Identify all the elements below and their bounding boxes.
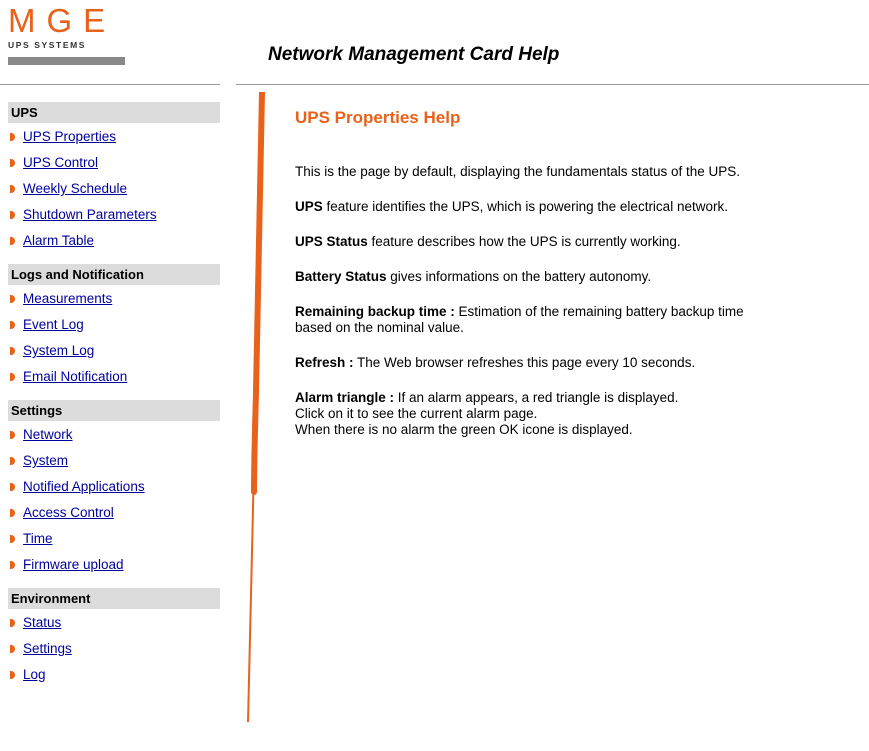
nav-section-title: Logs and Notification [8,264,220,285]
bullet-icon [10,347,15,355]
header-divider-right [236,84,869,85]
bullet-icon [10,373,15,381]
nav-link[interactable]: Notified Applications [23,478,145,496]
help-text: The Web browser refreshes this page ever… [353,355,696,370]
nav-link[interactable]: UPS Control [23,154,98,172]
nav-link[interactable]: Settings [23,640,72,658]
help-text: feature identifies the UPS, which is pow… [322,199,728,214]
nav-link[interactable]: Time [23,530,53,548]
nav-item-ups-control: UPS Control [8,154,220,180]
help-text: feature describes how the UPS is current… [367,234,681,249]
nav-item-notified-applications: Notified Applications [8,478,220,504]
bullet-icon [10,619,15,627]
nav-item-system-log: System Log [8,342,220,368]
sidebar-nav: UPS UPS Properties UPS Control Weekly Sc… [8,102,220,698]
nav-link[interactable]: Access Control [23,504,114,522]
logo-letters: MGE [8,2,117,39]
bullet-icon [10,671,15,679]
help-item-ups-status: UPS Status feature describes how the UPS… [295,234,860,250]
help-term: Alarm triangle : [295,390,395,405]
bullet-icon [10,211,15,219]
nav-link[interactable]: Status [23,614,61,632]
help-item-alarm-triangle: Alarm triangle : If an alarm appears, a … [295,390,860,438]
bullet-icon [10,645,15,653]
bullet-icon [10,133,15,141]
bullet-icon [10,483,15,491]
help-text-line: Click on it to see the current alarm pag… [295,406,538,421]
nav-item-network: Network [8,426,220,452]
decorative-curve [247,92,265,723]
nav-item-measurements: Measurements [8,290,220,316]
nav-group-ups: UPS UPS Properties UPS Control Weekly Sc… [8,102,220,258]
nav-item-system: System [8,452,220,478]
nav-link[interactable]: Measurements [23,290,112,308]
help-item-battery-status: Battery Status gives informations on the… [295,269,860,285]
header-divider-left [0,84,220,85]
nav-group-logs: Logs and Notification Measurements Event… [8,264,220,394]
page-header-title: Network Management Card Help [268,44,560,65]
nav-group-environment: Environment Status Settings Log [8,588,220,692]
nav-item-ups-properties: UPS Properties [8,128,220,154]
help-content: UPS Properties Help This is the page by … [295,108,860,457]
logo-bar [8,57,125,65]
nav-link[interactable]: Firmware upload [23,556,124,574]
bullet-icon [10,159,15,167]
nav-item-env-settings: Settings [8,640,220,666]
nav-section-title: Environment [8,588,220,609]
bullet-icon [10,457,15,465]
bullet-icon [10,237,15,245]
help-term: Battery Status [295,269,387,284]
nav-group-settings: Settings Network System Notified Applica… [8,400,220,582]
help-term: Remaining backup time : [295,304,455,319]
help-term: Refresh : [295,355,354,370]
mge-logo: MGE UPS SYSTEMS [8,4,128,80]
nav-item-weekly-schedule: Weekly Schedule [8,180,220,206]
nav-link[interactable]: Log [23,666,46,684]
nav-item-shutdown-parameters: Shutdown Parameters [8,206,220,232]
nav-link[interactable]: Alarm Table [23,232,94,250]
bullet-icon [10,561,15,569]
help-text: Estimation of the remaining battery back… [454,304,744,319]
nav-item-firmware-upload: Firmware upload [8,556,220,582]
nav-item-event-log: Event Log [8,316,220,342]
nav-link[interactable]: Shutdown Parameters [23,206,157,224]
help-text: gives informations on the battery autono… [386,269,652,284]
help-item-refresh: Refresh : The Web browser refreshes this… [295,355,860,371]
nav-link[interactable]: Weekly Schedule [23,180,127,198]
nav-item-time: Time [8,530,220,556]
nav-item-env-log: Log [8,666,220,692]
bullet-icon [10,185,15,193]
nav-link[interactable]: Email Notification [23,368,127,386]
nav-section-title: UPS [8,102,220,123]
nav-item-email-notification: Email Notification [8,368,220,394]
help-text-line: When there is no alarm the green OK icon… [295,422,633,437]
nav-link[interactable]: System [23,452,68,470]
help-term: UPS [295,199,323,214]
help-term: UPS Status [295,234,368,249]
bullet-icon [10,295,15,303]
nav-item-alarm-table: Alarm Table [8,232,220,258]
bullet-icon [10,321,15,329]
bullet-icon [10,509,15,517]
help-text-line: based on the nominal value. [295,320,464,335]
nav-item-env-status: Status [8,614,220,640]
help-text: If an alarm appears, a red triangle is d… [394,390,679,405]
bullet-icon [10,535,15,543]
logo-subtitle: UPS SYSTEMS [8,40,87,50]
help-title: UPS Properties Help [295,108,461,127]
nav-item-access-control: Access Control [8,504,220,530]
help-item-ups: UPS feature identifies the UPS, which is… [295,199,860,215]
help-item-remaining-backup: Remaining backup time : Estimation of th… [295,304,860,336]
nav-link[interactable]: Network [23,426,73,444]
nav-link[interactable]: UPS Properties [23,128,116,146]
nav-link[interactable]: Event Log [23,316,84,334]
nav-link[interactable]: System Log [23,342,94,360]
nav-section-title: Settings [8,400,220,421]
bullet-icon [10,431,15,439]
help-intro: This is the page by default, displaying … [295,164,741,179]
